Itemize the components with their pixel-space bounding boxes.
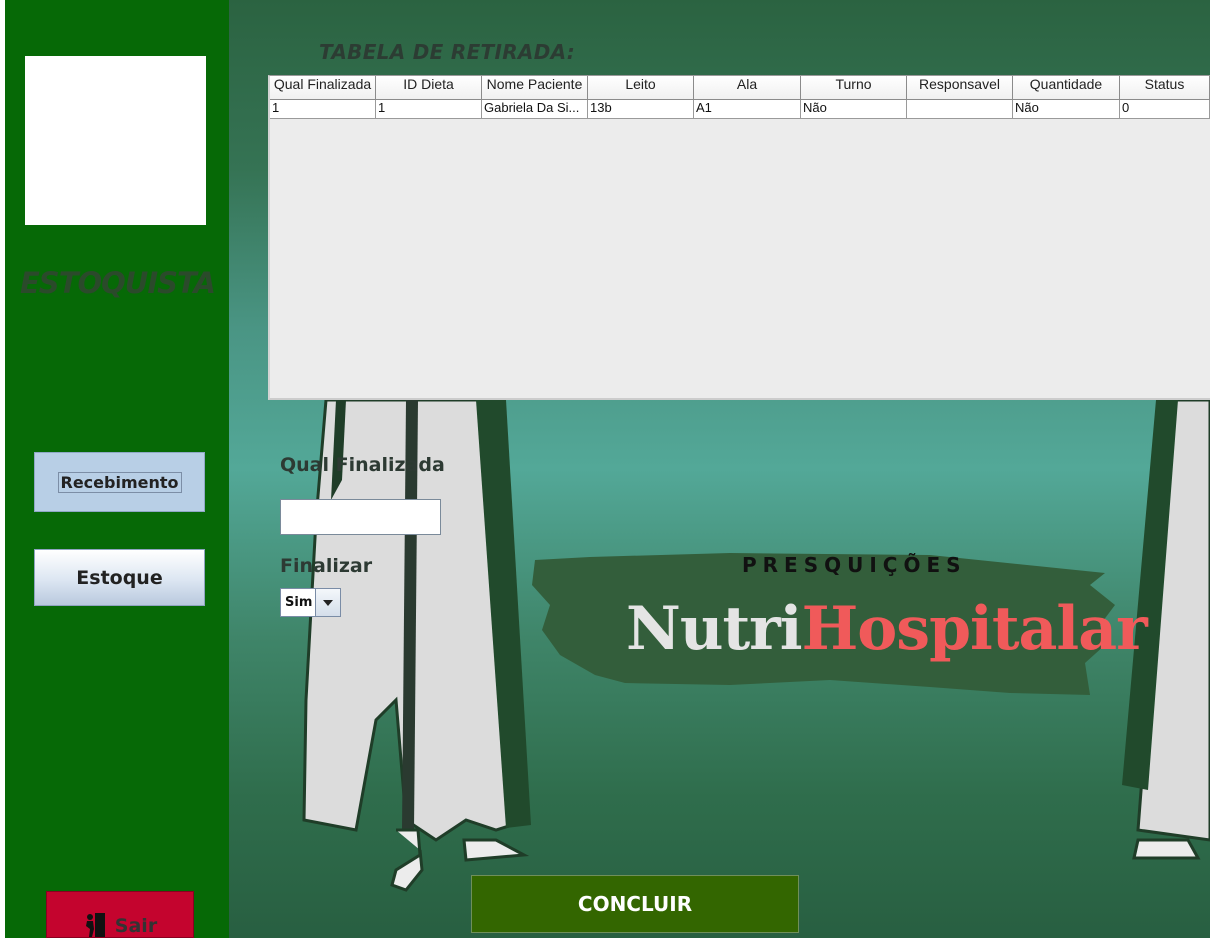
table-row[interactable]: 1 1 Gabriela Da Si... 13b A1 Não Não 0 (270, 100, 1210, 119)
recebimento-label: Recebimento (57, 471, 182, 493)
column-header[interactable]: Nome Paciente (482, 76, 588, 100)
table-cell[interactable]: 13b (588, 100, 694, 119)
table-cell[interactable]: 1 (376, 100, 482, 119)
table-cell[interactable]: 0 (1120, 100, 1210, 119)
exit-door-icon (85, 913, 105, 937)
table-cell[interactable]: Gabriela Da Si... (482, 100, 588, 119)
column-header[interactable]: Leito (588, 76, 694, 100)
concluir-button[interactable]: CONCLUIR (471, 875, 799, 933)
finalizar-label: Finalizar (280, 555, 373, 577)
brand-tagline: PRESQUIÇÕES (742, 553, 967, 577)
column-header[interactable]: Qual Finalizada (270, 76, 376, 100)
brand-name-part1: Nutri (626, 594, 803, 664)
table-cell[interactable]: Não (1013, 100, 1120, 119)
table-cell[interactable]: 1 (270, 100, 376, 119)
sair-button[interactable]: Sair (46, 891, 194, 938)
column-header[interactable]: Ala (694, 76, 801, 100)
retirada-table[interactable]: Qual Finalizada ID Dieta Nome Paciente L… (268, 75, 1210, 400)
finalizar-selected-value: Sim (285, 595, 313, 610)
table-cell[interactable]: Não (801, 100, 907, 119)
sair-label: Sair (114, 915, 158, 937)
qual-finalizada-label: Qual Finalizada (280, 454, 445, 476)
table-cell[interactable] (907, 100, 1013, 119)
qual-finalizada-input[interactable] (280, 499, 441, 535)
logo-image (25, 56, 206, 225)
table-cell[interactable]: A1 (694, 100, 801, 119)
finalizar-select[interactable]: Sim (280, 588, 341, 617)
role-label: ESTOQUISTA (20, 266, 216, 300)
table-header: Qual Finalizada ID Dieta Nome Paciente L… (270, 76, 1210, 100)
brand-logo-text: NutriHospitalar (626, 594, 1148, 664)
column-header[interactable]: ID Dieta (376, 76, 482, 100)
recebimento-button[interactable]: Recebimento (34, 452, 205, 512)
column-header[interactable]: Quantidade (1013, 76, 1120, 100)
column-header[interactable]: Status (1120, 76, 1210, 100)
column-header[interactable]: Responsavel (907, 76, 1013, 100)
brand-name-part2: Hospitalar (801, 594, 1148, 664)
column-header[interactable]: Turno (801, 76, 907, 100)
chevron-down-icon[interactable] (315, 589, 340, 616)
estoque-button[interactable]: Estoque (34, 549, 205, 606)
table-title: TABELA DE RETIRADA: (319, 40, 576, 64)
